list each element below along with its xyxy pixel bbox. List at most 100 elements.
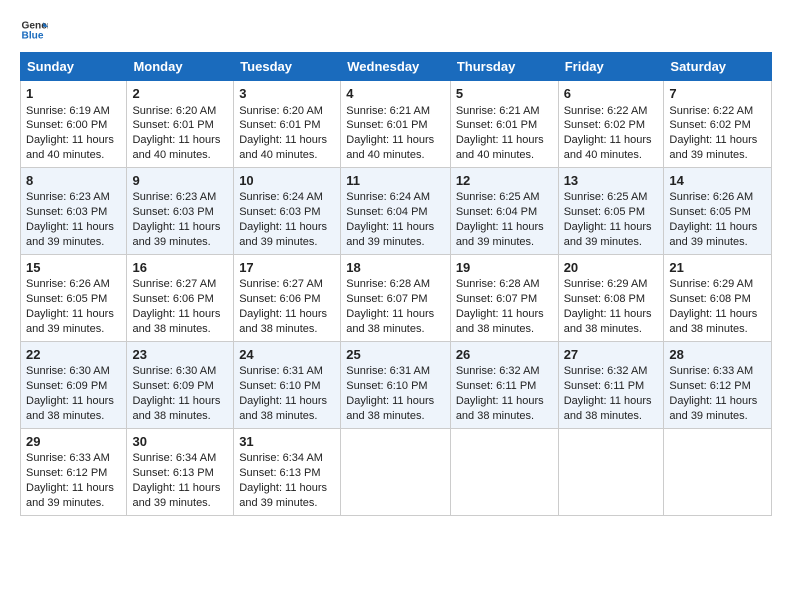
calendar-cell: 2Sunrise: 6:20 AMSunset: 6:01 PMDaylight… (127, 81, 234, 168)
daylight-label: Daylight: 11 hours (346, 395, 434, 407)
calendar-cell: 5Sunrise: 6:21 AMSunset: 6:01 PMDaylight… (450, 81, 558, 168)
sunset-label: Sunset: 6:08 PM (564, 293, 645, 305)
daylight-mins-label: and 40 minutes. (456, 149, 534, 161)
daylight-label: Daylight: 11 hours (669, 221, 757, 233)
header-day-tuesday: Tuesday (234, 53, 341, 81)
daylight-label: Daylight: 11 hours (26, 482, 114, 494)
daylight-mins-label: and 40 minutes. (564, 149, 642, 161)
sunset-label: Sunset: 6:09 PM (26, 380, 107, 392)
daylight-mins-label: and 38 minutes. (456, 410, 534, 422)
sunset-label: Sunset: 6:10 PM (239, 380, 320, 392)
daylight-label: Daylight: 11 hours (26, 395, 114, 407)
daylight-label: Daylight: 11 hours (26, 134, 114, 146)
daylight-mins-label: and 39 minutes. (26, 323, 104, 335)
sunset-label: Sunset: 6:11 PM (564, 380, 645, 392)
daylight-label: Daylight: 11 hours (456, 221, 544, 233)
sunrise-label: Sunrise: 6:21 AM (456, 105, 540, 117)
daylight-label: Daylight: 11 hours (239, 221, 327, 233)
day-number: 31 (239, 433, 335, 451)
calendar-cell: 21Sunrise: 6:29 AMSunset: 6:08 PMDayligh… (664, 254, 772, 341)
sunrise-label: Sunrise: 6:19 AM (26, 105, 110, 117)
calendar-cell: 15Sunrise: 6:26 AMSunset: 6:05 PMDayligh… (21, 254, 127, 341)
sunrise-label: Sunrise: 6:29 AM (564, 278, 648, 290)
sunset-label: Sunset: 6:01 PM (346, 119, 427, 131)
daylight-label: Daylight: 11 hours (669, 134, 757, 146)
calendar-cell: 12Sunrise: 6:25 AMSunset: 6:04 PMDayligh… (450, 167, 558, 254)
calendar-cell: 29Sunrise: 6:33 AMSunset: 6:12 PMDayligh… (21, 428, 127, 515)
header-day-thursday: Thursday (450, 53, 558, 81)
sunrise-label: Sunrise: 6:33 AM (26, 452, 110, 464)
logo-icon: General Blue (20, 16, 48, 44)
daylight-mins-label: and 38 minutes. (239, 410, 317, 422)
sunset-label: Sunset: 6:05 PM (669, 206, 750, 218)
daylight-label: Daylight: 11 hours (564, 395, 652, 407)
calendar-cell: 10Sunrise: 6:24 AMSunset: 6:03 PMDayligh… (234, 167, 341, 254)
daylight-label: Daylight: 11 hours (26, 221, 114, 233)
daylight-mins-label: and 39 minutes. (669, 149, 747, 161)
header-day-monday: Monday (127, 53, 234, 81)
daylight-label: Daylight: 11 hours (564, 308, 652, 320)
sunset-label: Sunset: 6:12 PM (669, 380, 750, 392)
calendar-cell: 8Sunrise: 6:23 AMSunset: 6:03 PMDaylight… (21, 167, 127, 254)
header-day-wednesday: Wednesday (341, 53, 451, 81)
sunset-label: Sunset: 6:04 PM (456, 206, 537, 218)
calendar-week-2: 8Sunrise: 6:23 AMSunset: 6:03 PMDaylight… (21, 167, 772, 254)
daylight-mins-label: and 38 minutes. (456, 323, 534, 335)
calendar-cell: 20Sunrise: 6:29 AMSunset: 6:08 PMDayligh… (558, 254, 664, 341)
daylight-mins-label: and 38 minutes. (564, 323, 642, 335)
calendar-cell: 30Sunrise: 6:34 AMSunset: 6:13 PMDayligh… (127, 428, 234, 515)
daylight-mins-label: and 40 minutes. (239, 149, 317, 161)
sunset-label: Sunset: 6:05 PM (564, 206, 645, 218)
sunset-label: Sunset: 6:05 PM (26, 293, 107, 305)
calendar-week-3: 15Sunrise: 6:26 AMSunset: 6:05 PMDayligh… (21, 254, 772, 341)
calendar-body: 1Sunrise: 6:19 AMSunset: 6:00 PMDaylight… (21, 81, 772, 516)
day-number: 22 (26, 346, 121, 364)
daylight-mins-label: and 39 minutes. (239, 236, 317, 248)
sunrise-label: Sunrise: 6:24 AM (346, 191, 430, 203)
daylight-mins-label: and 38 minutes. (26, 410, 104, 422)
daylight-label: Daylight: 11 hours (564, 221, 652, 233)
sunrise-label: Sunrise: 6:34 AM (132, 452, 216, 464)
sunrise-label: Sunrise: 6:30 AM (132, 365, 216, 377)
daylight-mins-label: and 40 minutes. (26, 149, 104, 161)
calendar-cell: 19Sunrise: 6:28 AMSunset: 6:07 PMDayligh… (450, 254, 558, 341)
calendar-cell: 11Sunrise: 6:24 AM Sunset: 6:04 PM Dayligh… (341, 167, 451, 254)
sunrise-label: Sunrise: 6:24 AM (239, 191, 323, 203)
calendar-cell: 31Sunrise: 6:34 AMSunset: 6:13 PMDayligh… (234, 428, 341, 515)
day-number: 2 (132, 85, 228, 103)
sunset-label: Sunset: 6:13 PM (239, 467, 320, 479)
sunrise-label: Sunrise: 6:30 AM (26, 365, 110, 377)
page-header: General Blue (20, 16, 772, 44)
sunrise-label: Sunrise: 6:22 AM (564, 105, 648, 117)
day-number: 11 (346, 172, 445, 190)
sunset-label: Sunset: 6:11 PM (456, 380, 537, 392)
daylight-label: Daylight: 11 hours (456, 134, 544, 146)
sunrise-label: Sunrise: 6:28 AM (346, 278, 430, 290)
daylight-label: Daylight: 11 hours (346, 221, 434, 233)
sunset-label: Sunset: 6:01 PM (456, 119, 537, 131)
daylight-label: Daylight: 11 hours (564, 134, 652, 146)
sunset-label: Sunset: 6:13 PM (132, 467, 213, 479)
calendar-cell: 4Sunrise: 6:21 AMSunset: 6:01 PMDaylight… (341, 81, 451, 168)
sunset-label: Sunset: 6:10 PM (346, 380, 427, 392)
daylight-mins-label: and 38 minutes. (346, 323, 424, 335)
day-number: 25 (346, 346, 445, 364)
sunset-label: Sunset: 6:04 PM (346, 206, 427, 218)
calendar-week-4: 22Sunrise: 6:30 AMSunset: 6:09 PMDayligh… (21, 341, 772, 428)
sunrise-label: Sunrise: 6:26 AM (26, 278, 110, 290)
daylight-label: Daylight: 11 hours (346, 134, 434, 146)
calendar-cell: 23Sunrise: 6:30 AMSunset: 6:09 PMDayligh… (127, 341, 234, 428)
calendar-cell: 25Sunrise: 6:31 AMSunset: 6:10 PMDayligh… (341, 341, 451, 428)
calendar-cell: 13Sunrise: 6:25 AMSunset: 6:05 PMDayligh… (558, 167, 664, 254)
daylight-label: Daylight: 11 hours (239, 134, 327, 146)
daylight-mins-label: and 40 minutes. (132, 149, 210, 161)
sunrise-label: Sunrise: 6:29 AM (669, 278, 753, 290)
calendar-cell: 22Sunrise: 6:30 AM Sunset: 6:09 PM Dayligh… (21, 341, 127, 428)
daylight-label: Daylight: 11 hours (239, 308, 327, 320)
logo: General Blue (20, 16, 48, 44)
day-number: 3 (239, 85, 335, 103)
calendar-cell (450, 428, 558, 515)
daylight-mins-label: and 39 minutes. (239, 497, 317, 509)
sunrise-label: Sunrise: 6:31 AM (239, 365, 323, 377)
calendar-header-row: SundayMondayTuesdayWednesdayThursdayFrid… (21, 53, 772, 81)
